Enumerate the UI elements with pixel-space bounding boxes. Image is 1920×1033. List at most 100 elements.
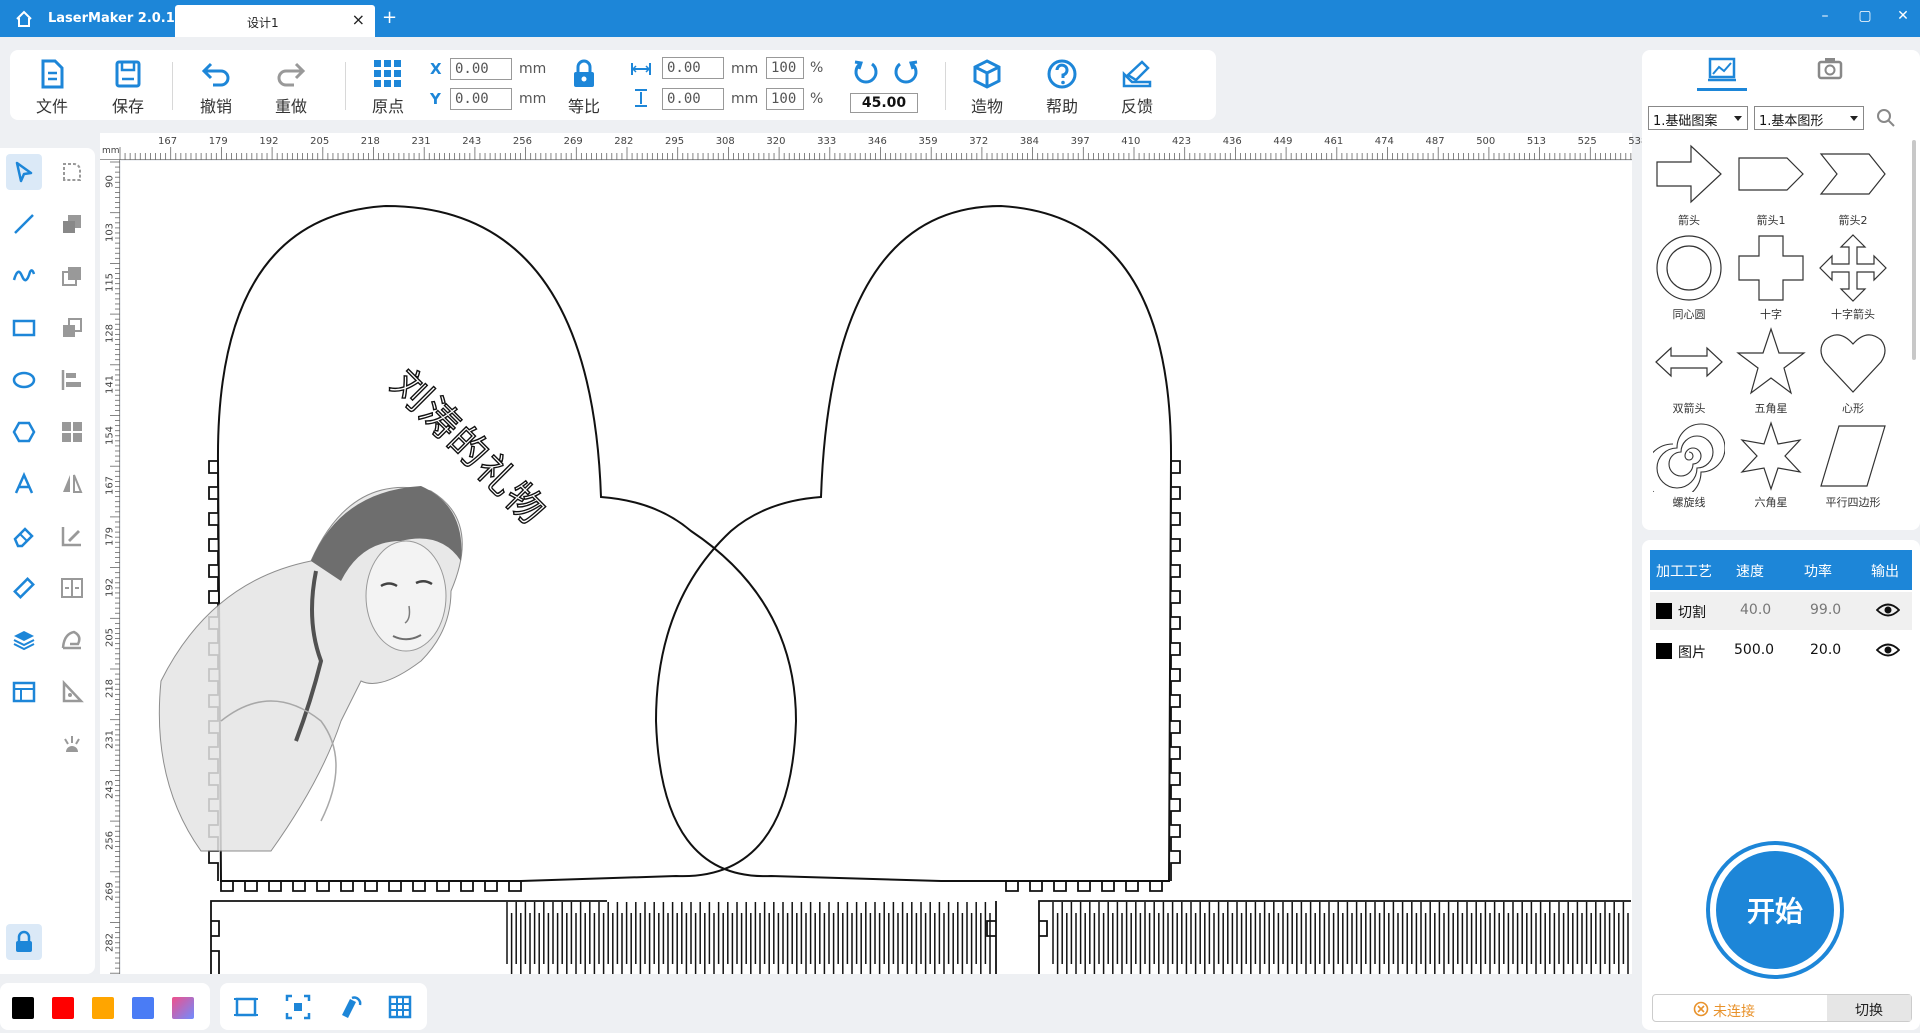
feedback-button[interactable]: 反馈	[1109, 58, 1165, 117]
x-position-input[interactable]: 0.00	[450, 58, 512, 80]
layer-color[interactable]	[1656, 603, 1672, 619]
toolbar-divider	[945, 62, 946, 110]
group-tool-button[interactable]	[54, 570, 90, 606]
curve-tool-button[interactable]	[6, 258, 42, 294]
connection-status[interactable]: 未连接	[1713, 1001, 1755, 1021]
subcategory-select-value: 1.基本图形	[1759, 114, 1824, 129]
text-tool-button[interactable]	[6, 466, 42, 502]
shape-heart[interactable]: 心形	[1812, 326, 1894, 420]
library-scrollbar[interactable]	[1912, 140, 1916, 360]
width-input[interactable]: 0.00	[662, 57, 724, 79]
close-window-button[interactable]: ✕	[1893, 8, 1913, 24]
eye-icon[interactable]	[1876, 601, 1900, 619]
subcategory-select[interactable]: 1.基本图形	[1754, 106, 1864, 130]
table-row[interactable]: 切割 40.0 99.0	[1650, 592, 1912, 630]
height-percent-input[interactable]: 100	[766, 88, 804, 110]
swatch-gradient[interactable]	[172, 997, 194, 1019]
shape-six-star[interactable]: 六角星	[1730, 420, 1812, 514]
swatch-black[interactable]	[12, 997, 34, 1019]
create-button[interactable]: 造物	[959, 58, 1015, 117]
measure-tool-button[interactable]	[6, 570, 42, 606]
pan-hand-icon[interactable]	[336, 993, 364, 1021]
eye-icon[interactable]	[1876, 641, 1900, 659]
switch-device-button[interactable]: 切换	[1827, 995, 1911, 1021]
origin-label: 原点	[371, 97, 404, 116]
library-tab-icon[interactable]	[1702, 54, 1742, 84]
help-button[interactable]: 帮助	[1034, 58, 1090, 117]
rotate-cw-icon[interactable]	[892, 58, 920, 86]
ellipse-tool-button[interactable]	[6, 362, 42, 398]
layers-tool-button[interactable]	[6, 622, 42, 658]
height-icon	[635, 89, 647, 107]
laser-tool-button[interactable]	[54, 726, 90, 762]
shape-arrow[interactable]: 箭头	[1648, 138, 1730, 232]
table-row[interactable]: 图片 500.0 20.0	[1650, 632, 1912, 670]
trace-tool-button[interactable]	[54, 518, 90, 554]
lock-icon	[16, 930, 32, 952]
shape-five-star[interactable]: 五角星	[1730, 326, 1812, 420]
node-edit-tool-button[interactable]	[54, 154, 90, 190]
new-tab-button[interactable]: +	[382, 7, 397, 28]
rotate-ccw-icon[interactable]	[852, 58, 880, 86]
width-percent-input[interactable]: 100	[766, 57, 804, 79]
offset-tool-button[interactable]	[54, 258, 90, 294]
y-position-input[interactable]: 0.00	[450, 88, 512, 110]
layer-color[interactable]	[1656, 643, 1672, 659]
boolean-tool-button[interactable]	[54, 310, 90, 346]
shape-cross[interactable]: 十字	[1730, 232, 1812, 326]
camera-tab-icon[interactable]	[1810, 54, 1850, 84]
design-canvas[interactable]: 刘涛的礼物	[121, 161, 1632, 974]
align-tool-button[interactable]	[54, 362, 90, 398]
select-tool-button[interactable]	[6, 154, 42, 190]
file-button[interactable]: 文件	[24, 58, 80, 117]
combine-tool-button[interactable]	[54, 206, 90, 242]
tab-close-icon[interactable]: ×	[352, 10, 365, 29]
home-icon[interactable]	[14, 9, 34, 29]
swatch-red[interactable]	[52, 997, 74, 1019]
origin-button[interactable]: 原点	[360, 58, 416, 117]
rectangle-tool-button[interactable]	[6, 310, 42, 346]
tab-design-1[interactable]: 设计1 ×	[175, 5, 375, 37]
chevron-down-icon	[1850, 116, 1858, 121]
swatch-orange[interactable]	[92, 997, 114, 1019]
shape-double-arrow[interactable]: 双箭头	[1648, 326, 1730, 420]
minimize-button[interactable]: –	[1815, 8, 1835, 24]
path-tool-button[interactable]	[54, 674, 90, 710]
fit-selection-icon[interactable]	[284, 993, 312, 1021]
combine-icon	[63, 215, 81, 233]
maximize-button[interactable]: ▢	[1855, 8, 1875, 24]
start-button[interactable]: 开始	[1710, 845, 1840, 975]
file-label: 文件	[35, 97, 68, 116]
emboss-tool-button[interactable]	[54, 622, 90, 658]
mirror-tool-button[interactable]	[54, 466, 90, 502]
eraser-tool-button[interactable]	[6, 518, 42, 554]
search-icon[interactable]	[1876, 108, 1896, 128]
cross-shape-icon	[1738, 235, 1804, 301]
shape-parallelogram[interactable]: 平行四边形	[1812, 420, 1894, 514]
redo-button[interactable]: 重做	[263, 58, 319, 117]
undo-button[interactable]: 撤销	[188, 58, 244, 117]
shape-spiral[interactable]: 螺旋线	[1648, 420, 1730, 514]
line-tool-button[interactable]	[6, 206, 42, 242]
rotation-angle-input[interactable]: 45.00	[850, 93, 918, 113]
color-palette	[0, 983, 210, 1030]
array-tool-button[interactable]	[54, 414, 90, 450]
canvas-lock-button[interactable]	[6, 924, 42, 960]
mirror-icon	[63, 474, 83, 493]
shape-concentric-circle[interactable]: 同心圆	[1648, 232, 1730, 326]
swatch-blue[interactable]	[132, 997, 154, 1019]
shape-cross-arrow[interactable]: 十字箭头	[1812, 232, 1894, 326]
shape-arrow-1[interactable]: 箭头1	[1730, 138, 1812, 232]
fit-page-icon[interactable]	[232, 993, 260, 1021]
ruler-ticks	[110, 161, 120, 974]
category-select[interactable]: 1.基础图案	[1648, 106, 1748, 130]
proportional-lock-button[interactable]: 等比	[556, 58, 612, 117]
layout-tool-button[interactable]	[6, 674, 42, 710]
arrow-shape-icon	[1656, 144, 1722, 204]
grid-icon[interactable]	[386, 993, 414, 1021]
polygon-tool-button[interactable]	[6, 414, 42, 450]
shape-arrow-2[interactable]: 箭头2	[1812, 138, 1894, 232]
height-input[interactable]: 0.00	[662, 88, 724, 110]
shape-name: 六角星	[1754, 496, 1788, 509]
save-button[interactable]: 保存	[100, 58, 156, 117]
